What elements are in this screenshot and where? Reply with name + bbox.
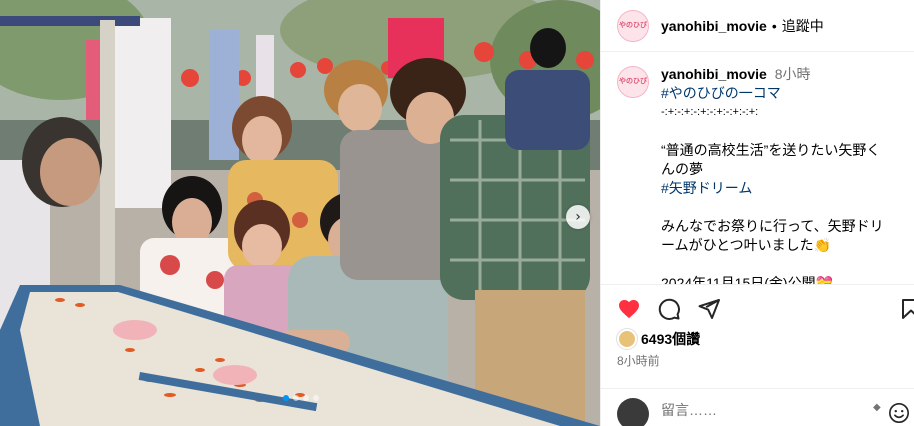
carousel-next-button[interactable]: › [566, 205, 590, 229]
liker-avatar [617, 329, 637, 349]
festival-scene-image [0, 0, 600, 426]
avatar-logo-text: やのひび [619, 78, 647, 85]
bookmark-icon[interactable] [899, 297, 914, 321]
profile-avatar[interactable]: やのひび [617, 9, 649, 42]
caption-decoration: -:+:-:+:-:+:-:+:-:+:-:+: [661, 106, 759, 118]
avatar-logo-text: やのひび [619, 21, 647, 29]
hashtag-link[interactable]: #やのひびの一コマ [661, 84, 899, 103]
sort-icon[interactable]: ◆ [873, 403, 881, 413]
carousel-dot [303, 395, 309, 401]
chevron-right-icon: › [575, 209, 581, 225]
comment-bar: ◆ [601, 388, 914, 426]
comment-input[interactable] [661, 402, 861, 418]
share-icon[interactable] [697, 297, 721, 321]
follow-status-button[interactable]: 追蹤中 [782, 16, 824, 36]
caption-line: んの夢 [661, 161, 703, 177]
comment-icon[interactable] [657, 297, 681, 321]
caption-username[interactable]: yanohibi_movie [661, 66, 767, 82]
post-header: やのひび yanohibi_movie • 追蹤中 [601, 0, 914, 52]
action-bar [601, 284, 914, 332]
caption-line: 2024年11月15日(金)公開💝 [661, 275, 834, 284]
caption-line: “普通の高校生活”を送りたい矢野く [661, 142, 881, 158]
carousel-dots [283, 395, 319, 401]
likes-count[interactable]: 6493個讚 [641, 329, 700, 349]
caption-line: みんなでお祭りに行って、矢野ドリ [661, 218, 884, 234]
carousel-dot [313, 395, 319, 401]
emoji-icon[interactable] [888, 402, 910, 424]
post-username[interactable]: yanohibi_movie [661, 18, 767, 34]
current-user-avatar [617, 398, 649, 426]
likes-row[interactable]: 6493個讚 [617, 329, 700, 349]
post-timestamp[interactable]: 8小時前 [617, 352, 660, 369]
caption-area: やのひび yanohibi_movie 8小時 #やのひびの一コマ -:+:-:… [601, 52, 914, 284]
header-separator: • [771, 17, 777, 34]
post-photo[interactable]: › [0, 0, 600, 426]
caption-text: yanohibi_movie 8小時 #やのひびの一コマ -:+:-:+:-:+… [661, 65, 899, 284]
caption-avatar[interactable]: やのひび [617, 66, 649, 98]
carousel-dot [293, 395, 299, 401]
caption-line: ームがひとつ叶いました👏 [661, 237, 832, 253]
hashtag-link[interactable]: #矢野ドリーム [661, 179, 899, 198]
post-side-panel: やのひび yanohibi_movie • 追蹤中 やのひび yanohibi_… [600, 0, 914, 426]
heart-icon[interactable] [617, 297, 641, 321]
carousel-dot [283, 395, 289, 401]
caption-time[interactable]: 8小時 [775, 66, 811, 82]
